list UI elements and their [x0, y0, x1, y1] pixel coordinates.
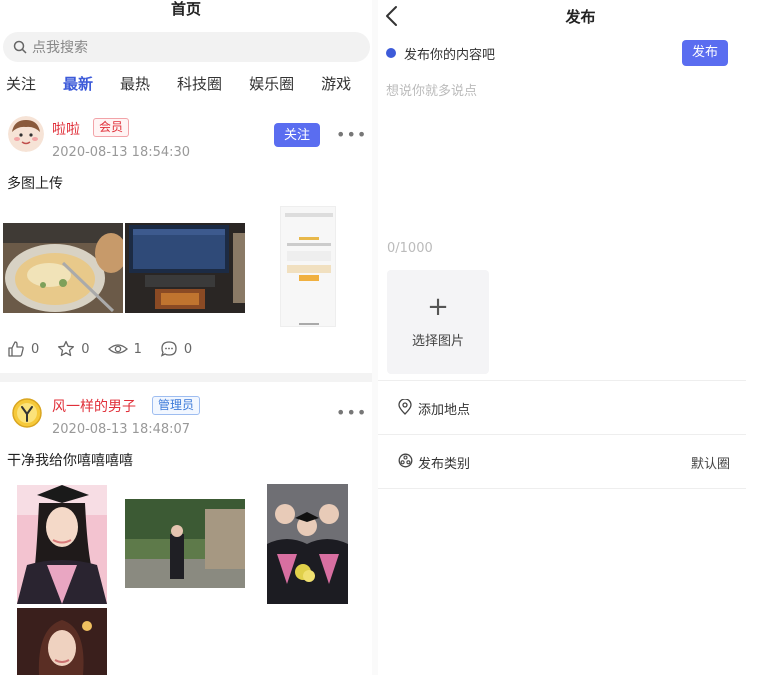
post-author[interactable]: 啦啦 — [52, 119, 80, 139]
search-bar[interactable]: 点我搜索 — [3, 32, 370, 62]
add-location-row[interactable]: 添加地点 — [378, 380, 746, 434]
add-location-label: 添加地点 — [418, 403, 471, 418]
page-title: 发布 — [565, 8, 596, 26]
post-content: 多图上传 — [7, 176, 63, 192]
post-text-input[interactable]: 想说你就多说点 — [386, 80, 746, 230]
like-action[interactable]: 0 — [7, 340, 39, 358]
comment-icon — [160, 341, 177, 357]
member-badge: 会员 — [93, 118, 130, 137]
home-screen: 首页 点我搜索 关注 最新 最热 科技圈 娱乐圈 游戏 啦啦 会员 2020-0… — [0, 0, 372, 675]
post-author[interactable]: 风一样的男子 — [52, 396, 136, 416]
category-label: 发布类别 — [418, 457, 471, 472]
star-icon — [58, 340, 75, 357]
avatar[interactable] — [8, 116, 44, 152]
outdoor-photo — [125, 499, 245, 588]
post-stats: 0 0 1 0 — [7, 340, 210, 358]
choose-image-label: 选择图片 — [411, 334, 464, 349]
post-image-graduation-portrait[interactable] — [17, 485, 107, 604]
post-content: 干净我给你嘻嘻嘻嘻 — [7, 453, 133, 469]
portrait-photo — [17, 485, 107, 604]
more-options-icon[interactable]: ••• — [336, 125, 367, 144]
publish-button[interactable]: 发布 — [682, 40, 728, 66]
location-pin-icon — [398, 399, 412, 415]
category-tabs: 关注 最新 最热 科技圈 娱乐圈 游戏 — [0, 74, 372, 104]
category-icon — [398, 453, 413, 468]
post-image-phone-screenshot[interactable] — [280, 206, 336, 327]
tab-hot[interactable]: 最热 — [120, 74, 150, 104]
cartoon-boy-avatar-icon — [8, 116, 44, 152]
favorite-action[interactable]: 0 — [57, 340, 90, 358]
more-options-icon[interactable]: ••• — [336, 403, 367, 422]
desk-photo — [125, 223, 245, 313]
post-image-night-portrait[interactable] — [17, 608, 107, 675]
post-image-graduation-outdoor[interactable] — [125, 499, 245, 588]
group-photo — [267, 484, 348, 604]
view-stat: 1 — [107, 340, 142, 358]
post-image-graduation-group[interactable] — [267, 484, 348, 604]
comment-action[interactable]: 0 — [160, 340, 192, 358]
post-divider — [0, 373, 372, 382]
emblem-avatar-icon — [12, 398, 42, 428]
food-photo — [3, 223, 123, 313]
char-counter: 0/1000 — [387, 241, 433, 256]
post-time: 2020-08-13 18:54:30 — [52, 145, 191, 160]
tab-games[interactable]: 游戏 — [321, 74, 351, 104]
prompt-dot — [386, 48, 396, 58]
eye-icon — [107, 344, 128, 354]
follow-button[interactable]: 关注 — [274, 123, 320, 147]
thumbs-up-icon — [8, 341, 24, 357]
post-time: 2020-08-13 18:48:07 — [52, 422, 191, 437]
tab-tech[interactable]: 科技圈 — [177, 74, 222, 104]
search-icon — [13, 40, 27, 54]
post-text-placeholder: 想说你就多说点 — [386, 84, 478, 99]
choose-image-button[interactable]: + 选择图片 — [387, 270, 489, 374]
comment-count: 0 — [183, 341, 193, 357]
post-image-noodle-bowl[interactable] — [3, 223, 123, 313]
screenshot-photo — [281, 207, 335, 326]
plus-icon: + — [427, 292, 449, 322]
favorite-count: 0 — [81, 341, 90, 357]
view-count: 1 — [133, 341, 142, 357]
page-title: 首页 — [170, 0, 201, 18]
tab-follow[interactable]: 关注 — [6, 74, 36, 104]
tab-entertainment[interactable]: 娱乐圈 — [249, 74, 294, 104]
post-image-desk-setup[interactable] — [125, 223, 245, 313]
tab-latest[interactable]: 最新 — [63, 74, 93, 104]
publish-prompt: 发布你的内容吧 — [404, 48, 496, 63]
category-row[interactable]: 发布类别 默认圈 — [378, 434, 746, 488]
publish-screen: 发布 发布你的内容吧 发布 想说你就多说点 0/1000 + 选择图片 添加地点… — [378, 0, 783, 675]
avatar[interactable] — [12, 398, 42, 428]
like-count: 0 — [31, 341, 40, 357]
admin-badge: 管理员 — [152, 396, 201, 415]
night-photo — [17, 608, 107, 675]
category-value: 默认圈 — [690, 457, 730, 472]
section-divider — [378, 488, 746, 489]
search-placeholder: 点我搜索 — [32, 40, 88, 56]
